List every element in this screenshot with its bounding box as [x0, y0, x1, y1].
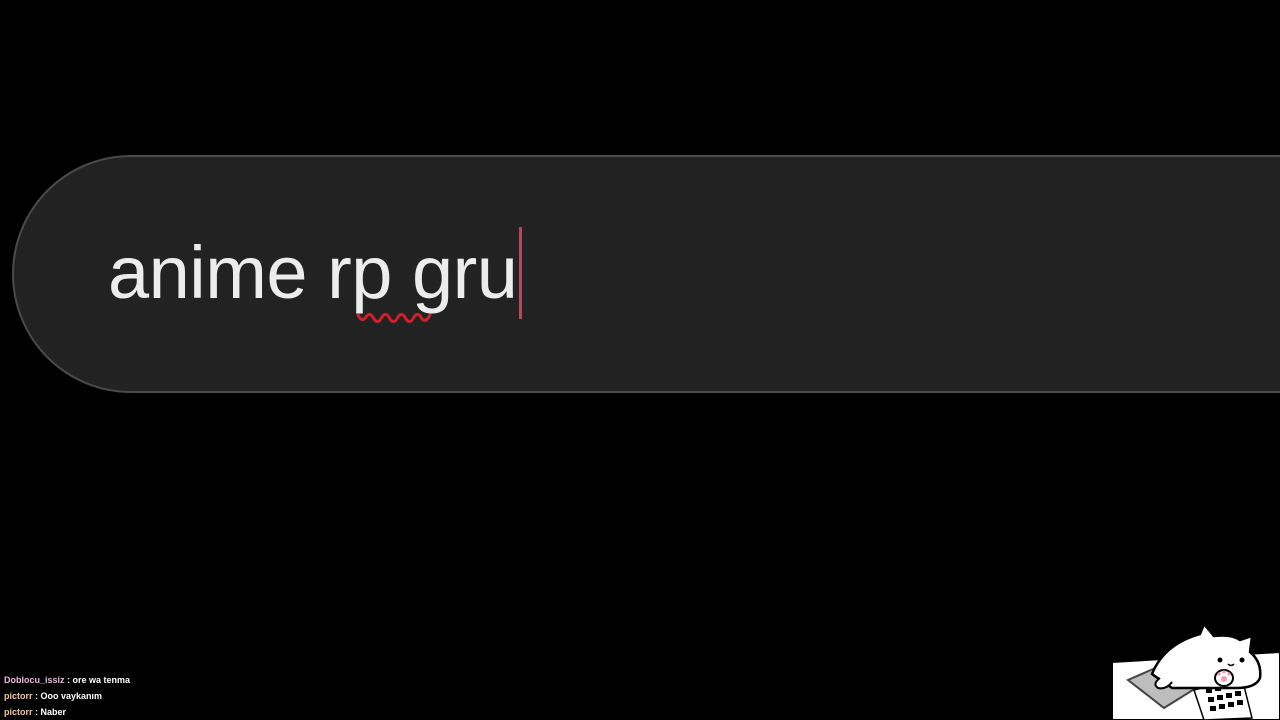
- chat-separator: :: [32, 691, 41, 701]
- chat-separator: :: [32, 707, 41, 717]
- chat-username: Doblocu_issiz: [4, 675, 65, 685]
- spellcheck-underline: [356, 312, 432, 324]
- chat-text: Ooo vaykanım: [40, 691, 103, 701]
- chat-username: pictorr: [4, 707, 33, 717]
- chat-message: pictorr : Naber: [4, 704, 130, 720]
- search-query-text: anime rp gru: [108, 231, 518, 314]
- search-text-area[interactable]: anime rp gru: [108, 213, 523, 333]
- text-caret: [519, 227, 523, 319]
- chat-separator: :: [64, 675, 73, 685]
- chat-text: Naber: [40, 707, 67, 717]
- search-input[interactable]: anime rp gru: [12, 155, 1280, 393]
- stream-chat: Doblocu_issiz : ore wa tenma pictorr : O…: [4, 672, 130, 720]
- chat-text: ore wa tenma: [72, 675, 131, 685]
- chat-username: pictorr: [4, 691, 33, 701]
- bongo-cat-icon: [1112, 622, 1280, 720]
- chat-message: Doblocu_issiz : ore wa tenma: [4, 672, 130, 688]
- chat-message: pictorr : Ooo vaykanım: [4, 688, 130, 704]
